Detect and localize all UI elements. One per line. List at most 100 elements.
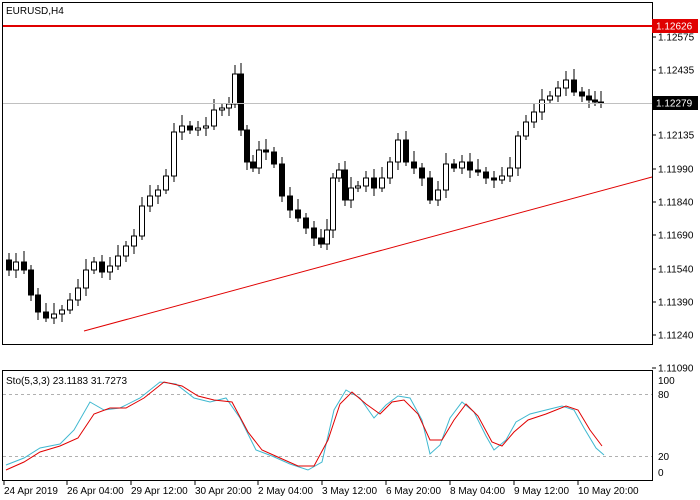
chart-window[interactable]: EURUSD,H4 1.12575 1.12435 1.12135 1.1199… bbox=[0, 0, 700, 500]
time-tick: 10 May 20:00 bbox=[577, 481, 639, 497]
candle-body bbox=[318, 237, 324, 245]
candle-body bbox=[67, 299, 73, 311]
price-label: 1.11690 bbox=[658, 231, 694, 242]
candle-body bbox=[187, 125, 193, 131]
candle-body bbox=[563, 79, 569, 89]
candle-body bbox=[75, 287, 81, 301]
price-tick: 1.11990 bbox=[652, 165, 694, 176]
candle-body bbox=[555, 87, 561, 97]
price-label: 1.11840 bbox=[658, 198, 694, 209]
candle-body bbox=[467, 161, 473, 171]
candle-body bbox=[499, 175, 505, 181]
candle-body bbox=[459, 161, 465, 169]
candle-body bbox=[21, 261, 27, 271]
candle-body bbox=[586, 95, 592, 101]
price-label: 1.11540 bbox=[658, 265, 694, 276]
candle-body bbox=[147, 195, 153, 207]
candle-body bbox=[475, 169, 481, 173]
candle-body bbox=[250, 161, 256, 169]
candle-body bbox=[336, 169, 342, 179]
current-price-badge: 1.12279 bbox=[652, 96, 698, 110]
candle-body bbox=[311, 227, 317, 239]
chart-symbol-title: EURUSD,H4 bbox=[6, 6, 64, 17]
candle-body bbox=[483, 171, 489, 179]
price-tick: 1.11390 bbox=[652, 298, 694, 309]
indicator-frame[interactable] bbox=[2, 370, 653, 481]
time-label: 8 May 04:00 bbox=[450, 486, 505, 497]
candle-body bbox=[287, 195, 293, 211]
candle-body bbox=[99, 261, 105, 273]
time-label: 30 Apr 20:00 bbox=[195, 486, 252, 497]
candle-body bbox=[571, 79, 577, 93]
candle-body bbox=[6, 259, 12, 271]
candle-body bbox=[256, 149, 262, 169]
candle-body bbox=[238, 73, 244, 131]
indicator-level-label: 0 bbox=[658, 468, 664, 479]
candle-body bbox=[303, 217, 309, 229]
price-tick: 1.12435 bbox=[652, 66, 695, 77]
candle-body bbox=[355, 185, 361, 189]
candle-body bbox=[83, 269, 89, 289]
price-label: 1.11090 bbox=[658, 364, 694, 375]
price-label: 1.11240 bbox=[658, 331, 694, 342]
indicator-level-label: 20 bbox=[658, 452, 670, 463]
price-label: 1.12135 bbox=[658, 131, 695, 142]
time-label: 10 May 20:00 bbox=[578, 486, 639, 497]
candle-body bbox=[211, 109, 217, 127]
time-tick: 26 Apr 04:00 bbox=[66, 481, 124, 497]
candle-body bbox=[226, 103, 232, 109]
candle-body bbox=[203, 125, 209, 129]
time-label: 9 May 12:00 bbox=[514, 486, 569, 497]
candle-body bbox=[28, 269, 34, 296]
candle-body bbox=[348, 187, 354, 201]
candle-body bbox=[491, 177, 497, 181]
candle-body bbox=[427, 177, 433, 201]
candle-body bbox=[123, 245, 129, 257]
time-label: 3 May 12:00 bbox=[322, 486, 377, 497]
candle-body bbox=[271, 151, 277, 165]
candle-body bbox=[43, 311, 49, 319]
time-label: 24 Apr 2019 bbox=[4, 486, 58, 497]
resistance-price-label: 1.12626 bbox=[656, 22, 693, 33]
candle-body bbox=[507, 167, 513, 177]
candle-body bbox=[592, 99, 598, 103]
price-label: 1.11990 bbox=[658, 165, 694, 176]
time-label: 29 Apr 12:00 bbox=[131, 486, 188, 497]
candle-body bbox=[387, 161, 393, 179]
price-tick: 1.11540 bbox=[652, 265, 694, 276]
time-tick: 8 May 04:00 bbox=[449, 481, 505, 497]
main-chart-frame[interactable] bbox=[2, 2, 653, 345]
candle-body bbox=[371, 177, 377, 189]
candle-body bbox=[539, 99, 545, 113]
candle-body bbox=[330, 177, 336, 231]
time-label: 2 May 04:00 bbox=[258, 486, 313, 497]
candle-body bbox=[363, 177, 369, 187]
price-tick: 1.12135 bbox=[652, 131, 695, 142]
candle-body bbox=[219, 107, 225, 111]
time-tick: 2 May 04:00 bbox=[257, 481, 313, 497]
indicator-level-label: 80 bbox=[658, 390, 670, 401]
candle-body bbox=[579, 91, 585, 97]
time-tick: 30 Apr 20:00 bbox=[194, 481, 252, 497]
price-tick: 1.11090 bbox=[652, 364, 694, 375]
candle-body bbox=[342, 169, 348, 201]
price-axis: 1.12575 1.12435 1.12135 1.11990 1.11840 … bbox=[652, 33, 695, 375]
candle-body bbox=[91, 261, 97, 271]
candle-body bbox=[163, 175, 169, 191]
candle-body bbox=[179, 125, 185, 133]
time-label: 26 Apr 04:00 bbox=[67, 486, 124, 497]
candle-body bbox=[131, 235, 137, 247]
indicator-title: Sto(5,3,3) 23.1183 31.7273 bbox=[6, 376, 127, 387]
candle-body bbox=[263, 149, 269, 153]
candle-body bbox=[324, 229, 330, 245]
candle-body bbox=[115, 255, 121, 267]
candle-body bbox=[451, 163, 457, 169]
candle-body bbox=[295, 209, 301, 219]
price-label: 1.11390 bbox=[658, 298, 694, 309]
candle-body bbox=[139, 205, 145, 237]
price-tick: 1.11840 bbox=[652, 198, 694, 209]
candle-body bbox=[232, 73, 238, 105]
indicator-level-label: 100 bbox=[658, 376, 675, 387]
current-price-label: 1.12279 bbox=[656, 99, 693, 110]
price-tick: 1.12575 bbox=[652, 33, 695, 44]
